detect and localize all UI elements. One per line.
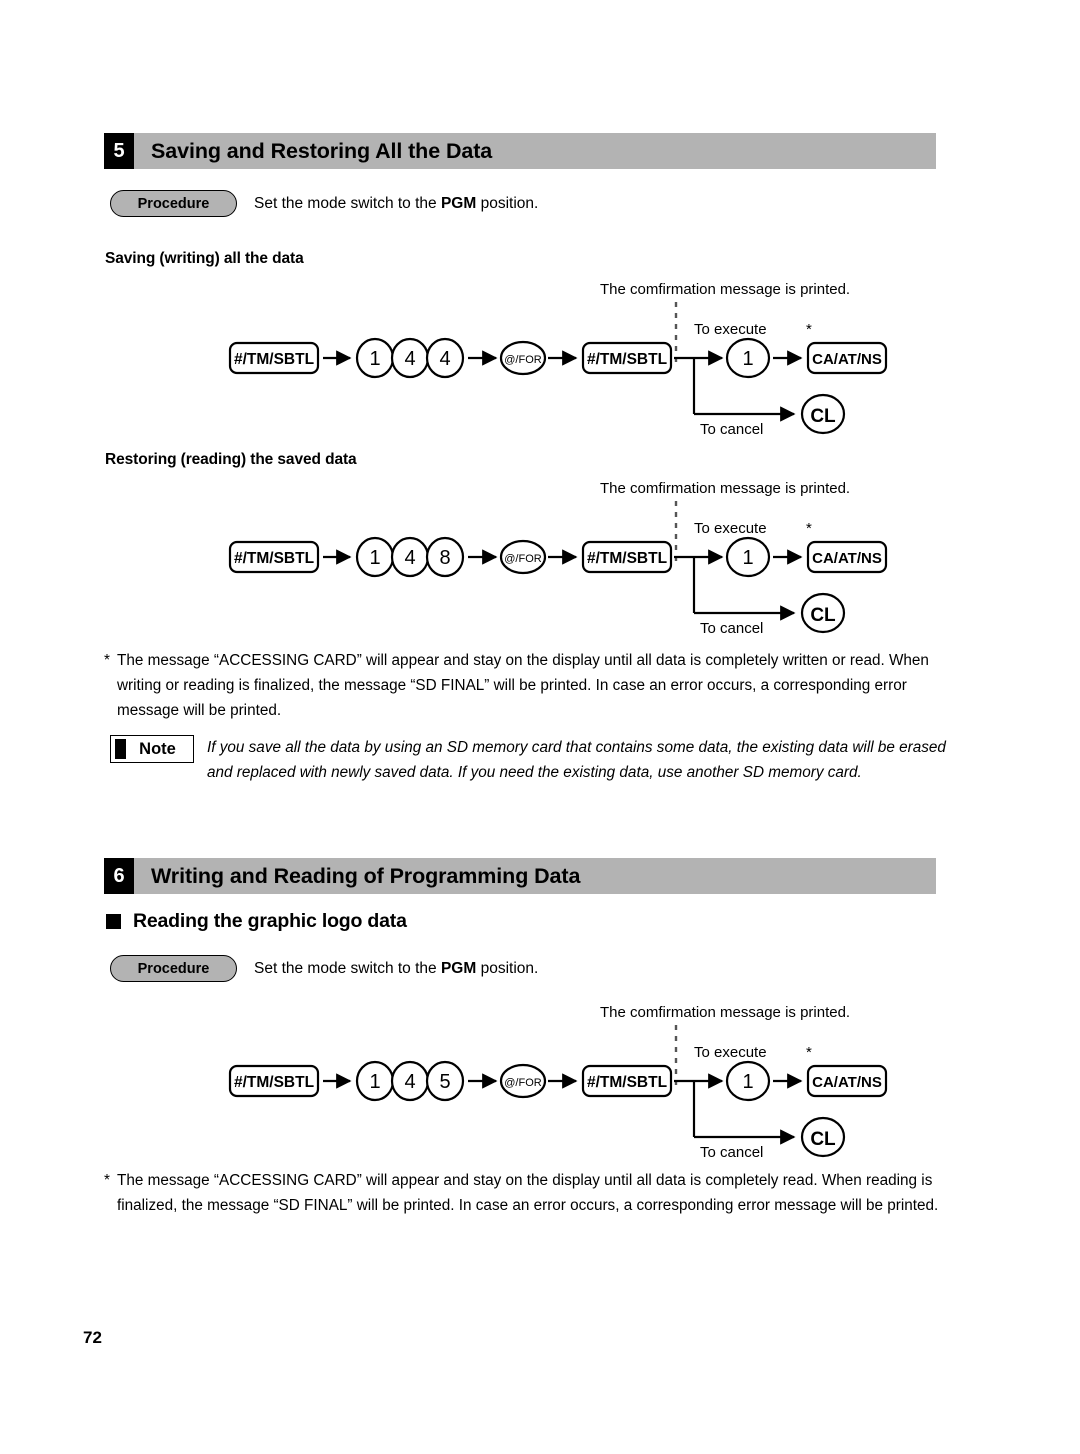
procedure-badge: Procedure: [110, 190, 237, 217]
key-digit-3-label: 8: [439, 547, 450, 569]
key-digit-3-label: 5: [439, 1071, 450, 1093]
key-start-tm-sbtl-label: #/TM/SBTL: [234, 1074, 314, 1091]
key-start-tm-sbtl-label: #/TM/SBTL: [234, 550, 314, 567]
procedure-text-after: position.: [476, 194, 539, 212]
note-box: Note If you save all the data by using a…: [110, 735, 947, 785]
asterisk-marker: *: [806, 1044, 812, 1061]
procedure-text-before: Set the mode switch to the: [254, 194, 441, 212]
subheading-saving-writing: Saving (writing) all the data: [105, 250, 304, 267]
page-number: 72: [83, 1328, 102, 1347]
note-label: Note: [139, 739, 176, 758]
key-ca-at-ns-label: CA/AT/NS: [812, 351, 882, 368]
section-header-5: 5 Saving and Restoring All the Data: [104, 133, 936, 169]
to-execute-label: To execute: [694, 1044, 767, 1061]
note-text: If you save all the data by using an SD …: [207, 739, 946, 781]
confirmation-label: The comfirmation message is printed.: [600, 281, 850, 298]
key-cancel-cl-label: CL: [810, 605, 836, 626]
footnote-text: The message “ACCESSING CARD” will appear…: [117, 652, 929, 719]
flow-diagram-saving-all-data: The comfirmation message is printed. To …: [228, 272, 888, 437]
section-number-badge: 5: [104, 133, 134, 169]
procedure-text-before: Set the mode switch to the: [254, 959, 441, 977]
footnote-marker: *: [104, 1172, 110, 1189]
section-number-badge: 6: [104, 858, 134, 894]
document-page: 5 Saving and Restoring All the Data Proc…: [0, 0, 1080, 1454]
key-digit-1-label: 1: [369, 1071, 380, 1093]
bullet-heading-reading-graphic-logo: Reading the graphic logo data: [106, 910, 407, 933]
key-confirm-tm-sbtl-label: #/TM/SBTL: [587, 550, 667, 567]
confirmation-label: The comfirmation message is printed.: [600, 480, 850, 497]
procedure-mode-bold: PGM: [440, 959, 477, 977]
key-execute-digit-label: 1: [742, 547, 753, 569]
key-confirm-tm-sbtl-label: #/TM/SBTL: [587, 1074, 667, 1091]
flow-diagram-restoring-saved-data: The comfirmation message is printed. To …: [228, 471, 888, 636]
key-confirm-tm-sbtl-label: #/TM/SBTL: [587, 351, 667, 368]
procedure-row-2: Procedure Set the mode switch to the PGM…: [110, 955, 538, 982]
key-cancel-cl-label: CL: [810, 406, 836, 427]
key-execute-digit-label: 1: [742, 1071, 753, 1093]
key-digit-1-label: 1: [369, 547, 380, 569]
procedure-row-1: Procedure Set the mode switch to the PGM…: [110, 190, 538, 217]
section-title: Saving and Restoring All the Data: [134, 133, 936, 169]
key-digit-3-label: 4: [439, 348, 450, 370]
footnote-text: The message “ACCESSING CARD” will appear…: [117, 1172, 939, 1214]
procedure-text-after: position.: [476, 959, 539, 977]
asterisk-marker: *: [806, 321, 812, 338]
flow-diagram-reading-graphic-logo: The comfirmation message is printed. To …: [228, 995, 888, 1160]
note-tag: Note: [110, 735, 194, 763]
procedure-mode-bold: PGM: [440, 194, 477, 212]
to-execute-label: To execute: [694, 520, 767, 537]
to-cancel-label: To cancel: [700, 1144, 763, 1160]
to-cancel-label: To cancel: [700, 421, 763, 437]
key-at-for-label: @/FOR: [504, 553, 541, 565]
key-ca-at-ns-label: CA/AT/NS: [812, 1074, 882, 1091]
key-start-tm-sbtl-label: #/TM/SBTL: [234, 351, 314, 368]
section-title: Writing and Reading of Programming Data: [134, 858, 936, 894]
footnote-section-6: * The message “ACCESSING CARD” will appe…: [104, 1168, 942, 1218]
key-ca-at-ns-label: CA/AT/NS: [812, 550, 882, 567]
to-execute-label: To execute: [694, 321, 767, 338]
key-digit-2-label: 4: [404, 1071, 415, 1093]
subheading-restoring-reading: Restoring (reading) the saved data: [105, 451, 357, 468]
to-cancel-label: To cancel: [700, 620, 763, 636]
key-digit-2-label: 4: [404, 348, 415, 370]
procedure-badge: Procedure: [110, 955, 237, 982]
footnote-marker: *: [104, 652, 110, 669]
key-digit-1-label: 1: [369, 348, 380, 370]
confirmation-label: The comfirmation message is printed.: [600, 1004, 850, 1021]
key-digit-2-label: 4: [404, 547, 415, 569]
section-header-6: 6 Writing and Reading of Programming Dat…: [104, 858, 936, 894]
bullet-heading-text: Reading the graphic logo data: [133, 910, 407, 932]
note-marker-block: [115, 739, 126, 759]
key-execute-digit-label: 1: [742, 348, 753, 370]
footnote-section-5: * The message “ACCESSING CARD” will appe…: [104, 648, 942, 723]
bullet-square-icon: [106, 914, 121, 929]
procedure-instruction: Set the mode switch to the PGM position.: [254, 960, 538, 978]
key-at-for-label: @/FOR: [504, 1077, 541, 1089]
key-cancel-cl-label: CL: [810, 1129, 836, 1150]
procedure-instruction: Set the mode switch to the PGM position.: [254, 195, 538, 213]
key-at-for-label: @/FOR: [504, 354, 541, 366]
asterisk-marker: *: [806, 520, 812, 537]
